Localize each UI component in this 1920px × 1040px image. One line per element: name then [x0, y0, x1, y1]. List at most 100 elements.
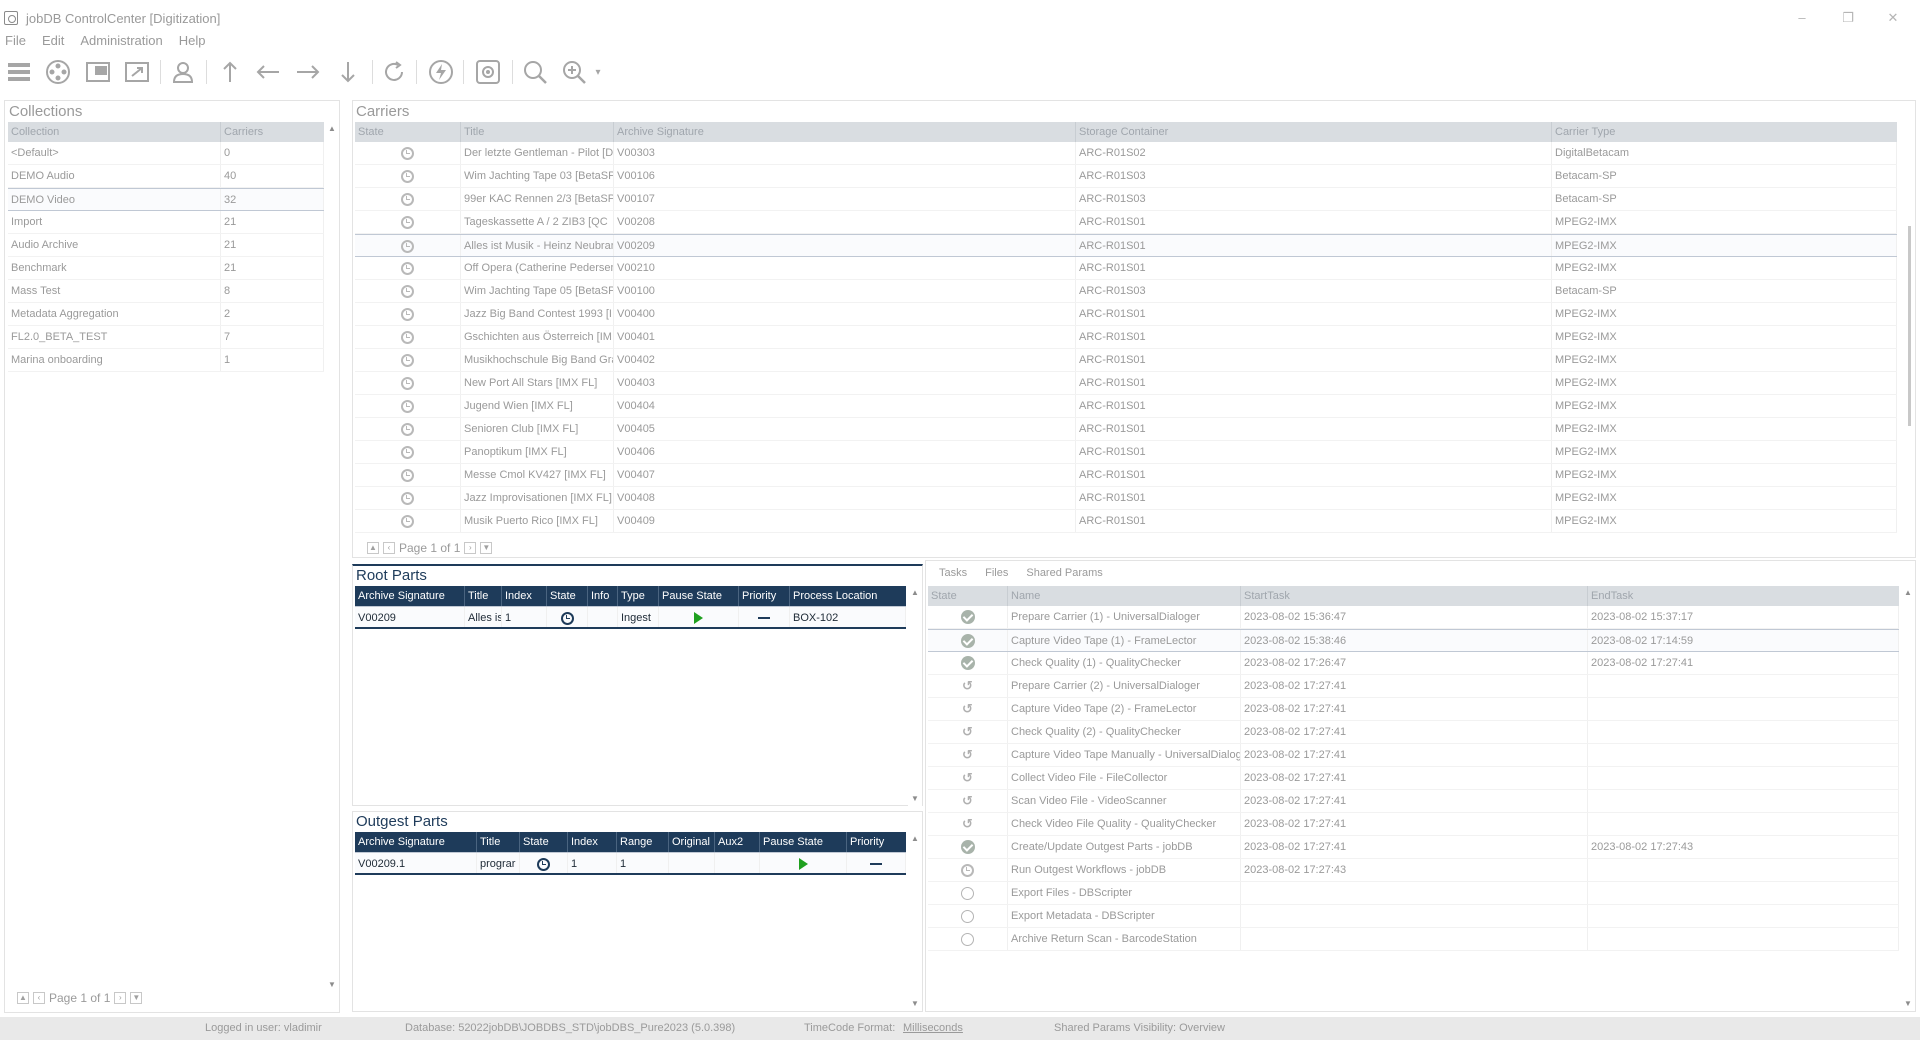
- carrier-row[interactable]: Jugend Wien [IMX FL] V00404 ARC-R01S01 MPEG…: [355, 395, 1897, 418]
- outgest-parts-scrollbar[interactable]: ▲ ▼: [908, 832, 922, 1011]
- arrow-down-icon[interactable]: [334, 58, 362, 86]
- menu-help[interactable]: Help: [171, 32, 214, 50]
- column-header-process-location[interactable]: Process Location: [790, 586, 906, 606]
- carrier-row[interactable]: Der letzte Gentleman - Pilot [Di V00303 AR…: [355, 142, 1897, 165]
- collection-row[interactable]: Marina onboarding 1: [8, 349, 324, 372]
- carrier-row[interactable]: Senioren Club [IMX FL] V00405 ARC-R01S01 MP…: [355, 418, 1897, 441]
- carrier-row[interactable]: Musikhochschule Big Band Graz V00402 ARC-R…: [355, 349, 1897, 372]
- column-header-state[interactable]: State: [520, 832, 568, 852]
- column-header-collection[interactable]: Collection: [8, 122, 221, 142]
- task-row[interactable]: Capture Video Tape (1) - FrameLector 2023…: [928, 629, 1899, 652]
- column-header-name[interactable]: Name: [1008, 586, 1241, 606]
- carrier-row[interactable]: Tageskassette A / 2 ZIB3 [QC V00208 ARC-R0…: [355, 211, 1897, 234]
- column-header-type[interactable]: Type: [618, 586, 659, 606]
- minimize-button[interactable]: –: [1785, 8, 1819, 28]
- column-header-title[interactable]: Title: [461, 122, 614, 142]
- carrier-row[interactable]: Off Opera (Catherine Pedersen V00210 ARC-R…: [355, 257, 1897, 280]
- root-part-row[interactable]: V00209 Alles is 1 Ingest BOX-102: [355, 606, 906, 629]
- first-page-icon[interactable]: ▲: [17, 992, 29, 1004]
- task-row[interactable]: ↺ Check Quality (2) - QualityChecker 2023-…: [928, 721, 1899, 744]
- column-header-pause-state[interactable]: Pause State: [760, 832, 847, 852]
- scroll-up-icon[interactable]: ▲: [325, 122, 339, 136]
- carriers-scroll-thumb[interactable]: [1908, 226, 1911, 426]
- scroll-up-icon[interactable]: ▲: [1901, 586, 1915, 600]
- carrier-row[interactable]: Jazz Big Band Contest 1993 [I V00400 ARC-R…: [355, 303, 1897, 326]
- task-row[interactable]: ↺ Prepare Carrier (2) - UniversalDialoger…: [928, 675, 1899, 698]
- search-icon[interactable]: [521, 58, 549, 86]
- collection-row[interactable]: Mass Test 8: [8, 280, 324, 303]
- column-header-storage-container[interactable]: Storage Container: [1076, 122, 1552, 142]
- tasks-scrollbar[interactable]: ▲ ▼: [1901, 586, 1915, 1011]
- carrier-row[interactable]: Panoptikum [IMX FL] V00406 ARC-R01S01 MPEG2…: [355, 441, 1897, 464]
- tab-tasks[interactable]: Tasks: [939, 567, 967, 579]
- first-page-icon[interactable]: ▲: [367, 542, 379, 554]
- column-header-state[interactable]: State: [355, 122, 461, 142]
- task-row[interactable]: Create/Update Outgest Parts - jobDB 2023-…: [928, 836, 1899, 859]
- scroll-down-icon[interactable]: ▼: [908, 792, 922, 806]
- task-row[interactable]: ↺ Collect Video File - FileCollector 2023-…: [928, 767, 1899, 790]
- prev-page-icon[interactable]: ‹: [33, 992, 45, 1004]
- scroll-up-icon[interactable]: ▲: [908, 832, 922, 846]
- column-header-title[interactable]: Title: [465, 586, 502, 606]
- column-header-archive-signature[interactable]: Archive Signature: [614, 122, 1076, 142]
- carrier-row[interactable]: 99er KAC Rennen 2/3 [BetaSP V00107 ARC-R01…: [355, 188, 1897, 211]
- collection-row[interactable]: DEMO Audio 40: [8, 165, 324, 188]
- task-row[interactable]: Export Metadata - DBScripter: [928, 905, 1899, 928]
- menu-administration[interactable]: Administration: [72, 32, 170, 50]
- scroll-up-icon[interactable]: ▲: [908, 586, 922, 600]
- task-row[interactable]: Run Outgest Workflows - jobDB 2023-08-02 …: [928, 859, 1899, 882]
- carrier-row[interactable]: Gschichten aus Österreich [IM V00401 ARC-R…: [355, 326, 1897, 349]
- column-header-pause-state[interactable]: Pause State: [659, 586, 739, 606]
- column-header-index[interactable]: Index: [502, 586, 547, 606]
- carrier-row[interactable]: Wim Jachting Tape 03 [BetaSP V00106 ARC-R0…: [355, 165, 1897, 188]
- status-timecode-link[interactable]: Milliseconds: [903, 1022, 963, 1034]
- carrier-row[interactable]: Messe Cmol KV427 [IMX FL] V00407 ARC-R01S0…: [355, 464, 1897, 487]
- scroll-down-icon[interactable]: ▼: [908, 997, 922, 1011]
- collection-row[interactable]: FL2.0_BETA_TEST 7: [8, 326, 324, 349]
- carrier-row[interactable]: Alles ist Musik - Heinz Neubranc V00209 AR…: [355, 234, 1897, 257]
- collection-row[interactable]: Import 21: [8, 211, 324, 234]
- arrow-left-icon[interactable]: [254, 58, 282, 86]
- outgest-part-row[interactable]: V00209.1 prograr 1 1: [355, 852, 906, 875]
- menu-file[interactable]: File: [0, 32, 34, 50]
- collections-scrollbar[interactable]: ▲ ▼: [325, 122, 339, 992]
- collection-row[interactable]: Audio Archive 21: [8, 234, 324, 257]
- task-row[interactable]: ↺ Capture Video Tape (2) - FrameLector 202…: [928, 698, 1899, 721]
- lightning-icon[interactable]: [427, 58, 455, 86]
- column-header-state[interactable]: State: [928, 586, 1008, 606]
- scroll-down-icon[interactable]: ▼: [1901, 997, 1915, 1011]
- column-header-info[interactable]: Info: [588, 586, 618, 606]
- export-carrier-icon[interactable]: [123, 58, 151, 86]
- arrow-up-icon[interactable]: [216, 58, 244, 86]
- collection-row[interactable]: Metadata Aggregation 2: [8, 303, 324, 326]
- carrier-icon[interactable]: [84, 58, 112, 86]
- column-header-original[interactable]: Original: [669, 832, 715, 852]
- column-header-range[interactable]: Range: [617, 832, 669, 852]
- settings-panel-icon[interactable]: [474, 58, 502, 86]
- column-header-state[interactable]: State: [547, 586, 588, 606]
- next-page-icon[interactable]: ›: [464, 542, 477, 554]
- menu-edit[interactable]: Edit: [34, 32, 72, 50]
- column-header-archive-signature[interactable]: Archive Signature: [355, 832, 477, 852]
- task-row[interactable]: Prepare Carrier (1) - UniversalDialoger 2…: [928, 606, 1899, 629]
- column-header-carrier-type[interactable]: Carrier Type: [1552, 122, 1897, 142]
- film-reel-icon[interactable]: [44, 58, 72, 86]
- column-header-archive-signature[interactable]: Archive Signature: [355, 586, 465, 606]
- close-button[interactable]: ✕: [1876, 8, 1910, 28]
- last-page-icon[interactable]: ▼: [130, 992, 143, 1004]
- task-row[interactable]: ↺ Scan Video File - VideoScanner 2023-08-0…: [928, 790, 1899, 813]
- carrier-row[interactable]: New Port All Stars [IMX FL] V00403 ARC-R01…: [355, 372, 1897, 395]
- advanced-search-icon[interactable]: [560, 58, 588, 86]
- column-header-aux2[interactable]: Aux2: [715, 832, 760, 852]
- maximize-button[interactable]: ❐: [1831, 8, 1865, 28]
- task-row[interactable]: ↺ Capture Video Tape Manually - Universal…: [928, 744, 1899, 767]
- search-dropdown-icon[interactable]: ▾: [590, 58, 606, 86]
- root-parts-scrollbar[interactable]: ▲ ▼: [908, 586, 922, 806]
- arrow-right-icon[interactable]: [294, 58, 322, 86]
- collection-row[interactable]: Benchmark 21: [8, 257, 324, 280]
- column-header-end-task[interactable]: EndTask: [1588, 586, 1899, 606]
- next-page-icon[interactable]: ›: [114, 992, 127, 1004]
- column-header-start-task[interactable]: StartTask: [1241, 586, 1588, 606]
- play-icon[interactable]: [694, 612, 703, 625]
- collection-row[interactable]: DEMO Video 32: [8, 188, 324, 211]
